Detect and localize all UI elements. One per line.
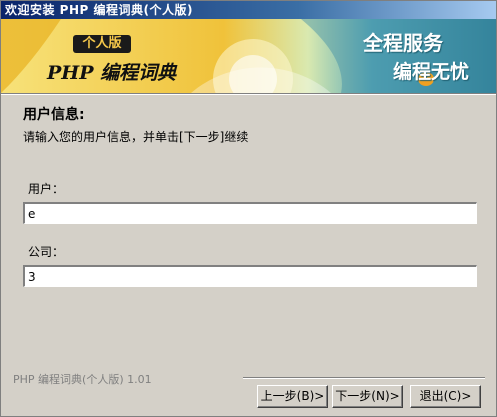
user-label: 用户： [28,182,65,196]
version-label: PHP 编程词典(个人版) 1.01 [13,373,152,386]
banner-product-name: PHP 编程词典 [47,62,177,84]
banner-slogan-line2: 编程无忧 [393,61,470,83]
title-bar[interactable]: 欢迎安装 PHP 编程词典(个人版) [1,1,496,19]
banner: 个人版 PHP 编程词典 全程服务 编程无忧 [1,19,496,93]
footer-divider [243,377,485,379]
window-title: 欢迎安装 PHP 编程词典(个人版) [5,3,193,17]
edition-badge: 个人版 [73,35,131,53]
next-button[interactable]: 下一步(N)> [332,385,403,408]
company-label: 公司： [28,245,65,259]
installer-window: 欢迎安装 PHP 编程词典(个人版) 个人版 PHP 编程词典 全程服务 编程无… [0,0,497,417]
page-instruction: 请输入您的用户信息，并单击[下一步]继续 [23,130,249,144]
banner-slogan-line1: 全程服务 [363,31,443,55]
user-input[interactable] [23,202,477,224]
back-button[interactable]: 上一步(B)> [257,385,328,408]
banner-divider [1,93,496,95]
exit-button[interactable]: 退出(C)> [410,385,481,408]
company-input[interactable] [23,265,477,287]
page-heading: 用户信息: [23,107,85,123]
